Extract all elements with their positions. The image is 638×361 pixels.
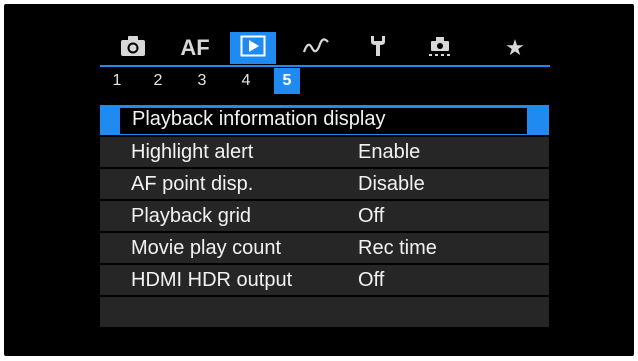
menu-item-label: AF point disp.	[131, 173, 254, 195]
my-menu-star-icon: ★	[505, 35, 525, 61]
page-indicator: 1 2 3 4 5	[100, 68, 560, 94]
page-4[interactable]: 4	[233, 68, 259, 94]
menu-item-label: Highlight alert	[131, 141, 254, 163]
af-label: AF	[180, 35, 210, 60]
tab-custom-functions[interactable]	[417, 32, 463, 64]
tab-shooting[interactable]	[110, 32, 156, 64]
menu-item-hdmi-hdr-output[interactable]: HDMI HDR output Off	[100, 265, 549, 295]
page-3[interactable]: 3	[189, 68, 215, 94]
menu-item-value: Disable	[358, 173, 425, 195]
custom-functions-icon	[427, 34, 453, 62]
tab-af[interactable]: AF	[172, 32, 218, 64]
tab-underline	[100, 65, 550, 67]
menu-item-label: Movie play count	[131, 237, 282, 259]
tab-playback[interactable]	[230, 32, 276, 64]
menu-item-value: Off	[358, 269, 385, 291]
camera-icon	[120, 35, 146, 61]
menu-item-value: Enable	[358, 141, 421, 163]
menu-item-label: HDMI HDR output	[131, 269, 293, 291]
menu-list: Playback information display Highlight a…	[100, 105, 549, 329]
menu-tab-bar: AF ★	[110, 32, 550, 66]
wrench-icon	[367, 34, 389, 62]
menu-item-label: Playback grid	[131, 205, 252, 227]
menu-item-label: Playback information display	[132, 108, 386, 130]
menu-item-movie-play-count[interactable]: Movie play count Rec time	[100, 233, 549, 263]
menu-item-highlight-alert[interactable]: Highlight alert Enable	[100, 137, 549, 167]
menu-item-af-point-disp[interactable]: AF point disp. Disable	[100, 169, 549, 199]
wireless-icon	[302, 36, 330, 60]
menu-item-value: Rec time	[358, 237, 437, 259]
menu-item-value: Off	[358, 205, 385, 227]
page-5[interactable]: 5	[274, 68, 300, 94]
menu-empty-row	[100, 297, 549, 327]
menu-item-playback-info-display[interactable]: Playback information display	[100, 105, 549, 135]
tab-my-menu[interactable]: ★	[492, 32, 538, 64]
page-2[interactable]: 2	[145, 68, 171, 94]
menu-item-playback-grid[interactable]: Playback grid Off	[100, 201, 549, 231]
tab-setup[interactable]	[355, 32, 401, 64]
playback-icon	[240, 35, 266, 61]
tab-wireless[interactable]	[293, 32, 339, 64]
page-1[interactable]: 1	[104, 68, 130, 94]
